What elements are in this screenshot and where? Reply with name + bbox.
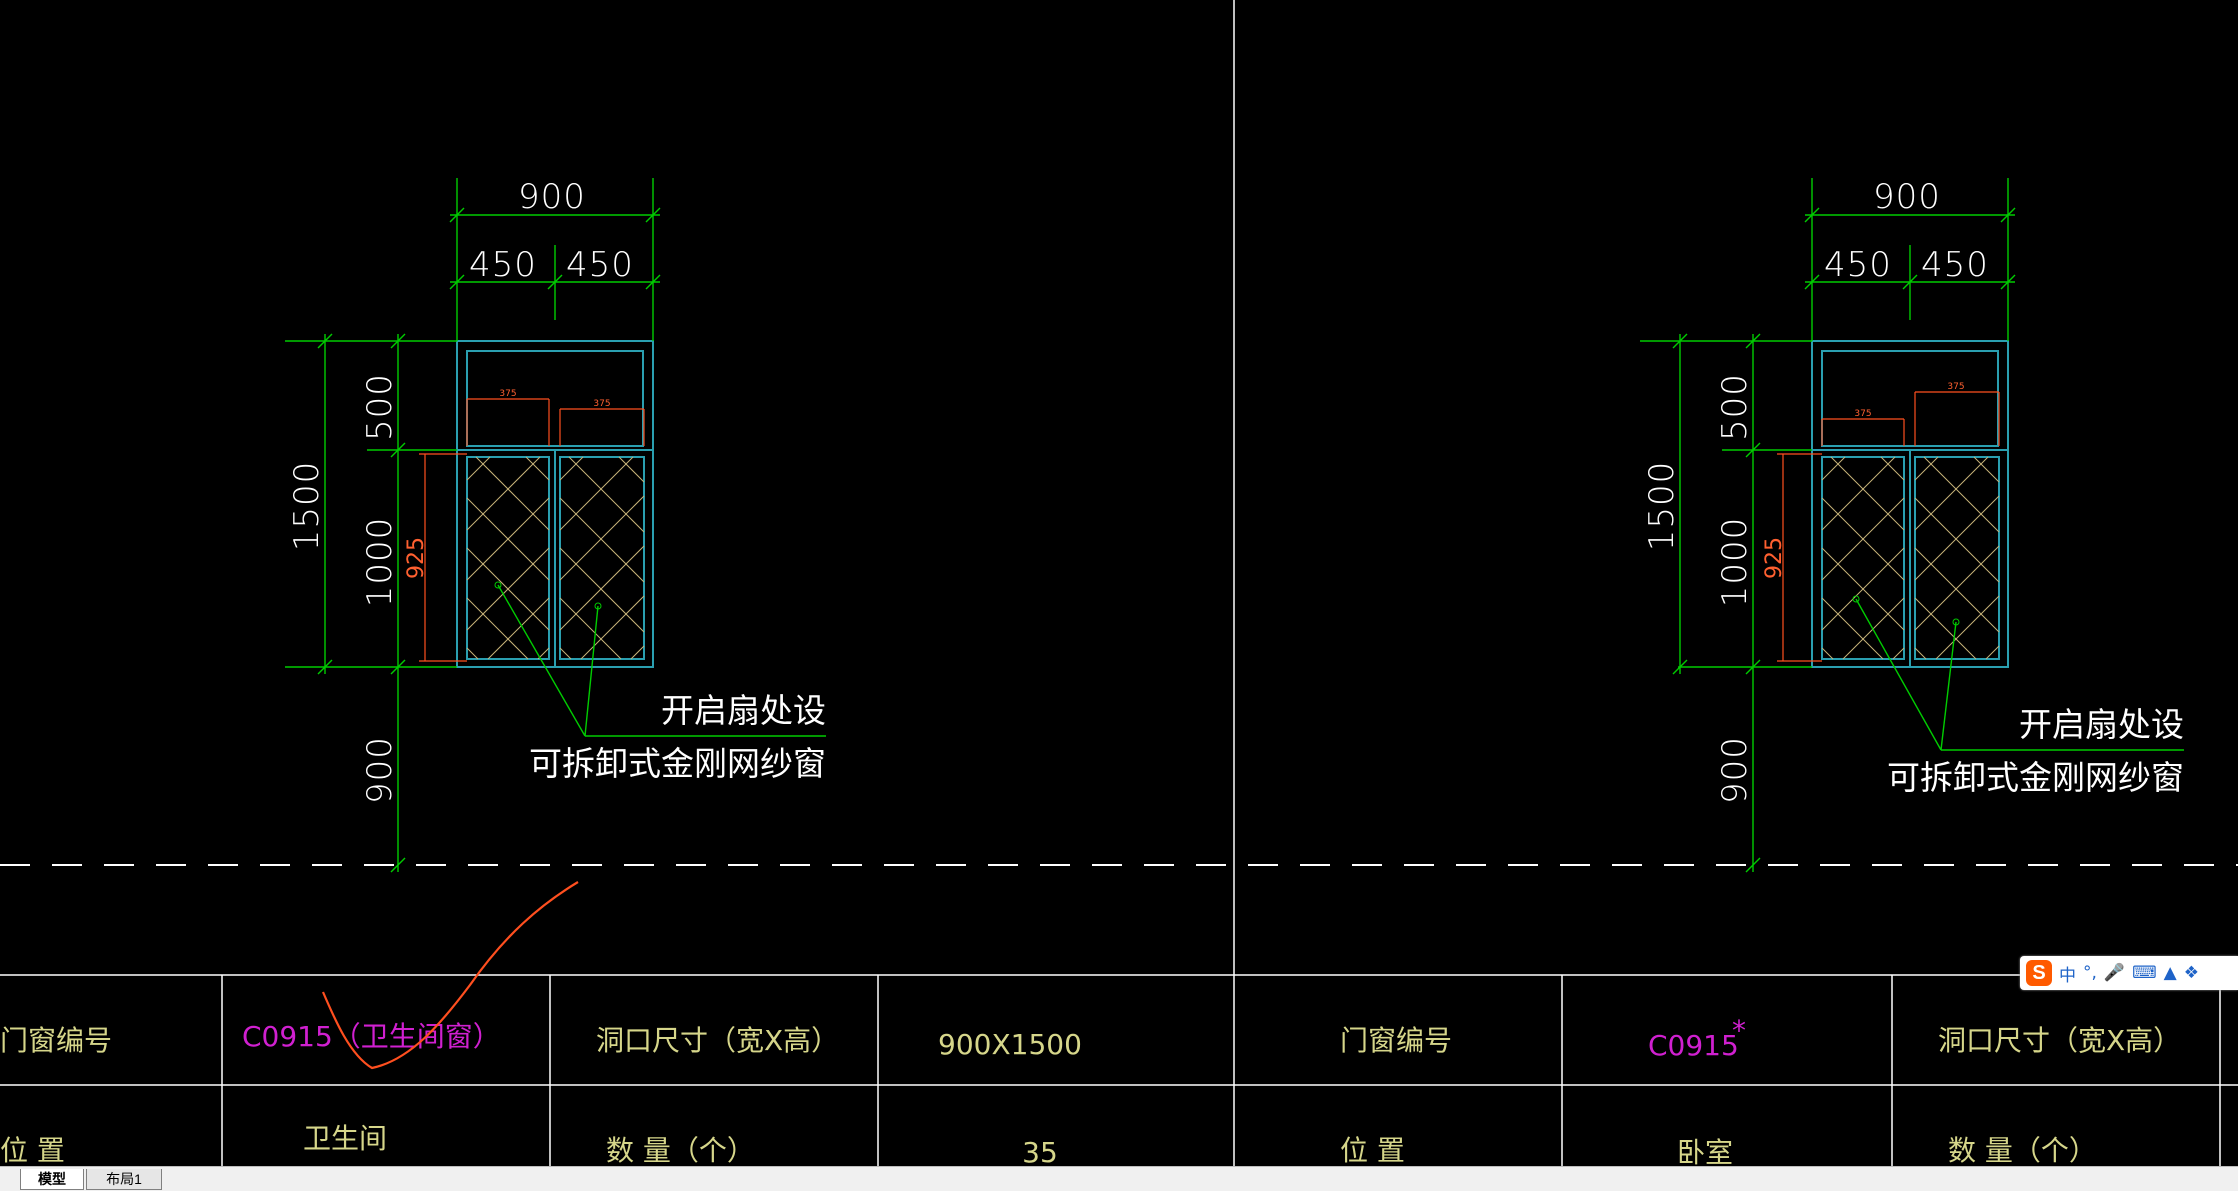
code-asterisk: * (1732, 1014, 1746, 1047)
label-opening-size-right: 洞口尺寸（宽X高） (1938, 1024, 2181, 1057)
grid-icon[interactable]: ❖ (2184, 963, 2199, 983)
sash-height-label: 925 (1762, 537, 1787, 579)
value-quantity: 35 (1022, 1136, 1058, 1166)
dim-sill: 900 (360, 736, 400, 804)
sash-width-label-a: 375 (1854, 409, 1871, 419)
value-opening-size: 900X1500 (938, 1028, 1082, 1061)
label-window-code: 门窗编号 (0, 1024, 112, 1057)
note-line-2: 可拆卸式金刚网纱窗 (529, 744, 826, 783)
dim-lower-panel: 1000 (360, 517, 400, 608)
ime-punct-toggle[interactable]: °, (2083, 963, 2097, 983)
layout-tab-bar: 模型 布局1 (0, 1166, 2238, 1191)
dim-sill: 900 (1715, 736, 1755, 804)
ime-lang-toggle[interactable]: 中 (2059, 961, 2076, 986)
value-location-right: 卧室 (1677, 1136, 1733, 1166)
note-line-1: 开启扇处设 (661, 691, 826, 730)
sash-height-label: 925 (404, 537, 429, 579)
window-elevation-right[interactable]: 375 375 925 900 450 450 1500 500 1000 90… (1640, 177, 2184, 873)
shirt-icon[interactable]: ▲ (2164, 963, 2177, 983)
sash-width-label-b: 375 (1947, 382, 1964, 392)
tab-layout1[interactable]: 布局1 (86, 1169, 162, 1190)
label-quantity: 数 量（个） (606, 1134, 755, 1166)
dim-total-width: 900 (1873, 177, 1941, 217)
note-line-1: 开启扇处设 (2019, 705, 2184, 744)
dim-half-width-a: 450 (469, 245, 537, 285)
tab-model[interactable]: 模型 (20, 1169, 84, 1190)
keyboard-icon[interactable]: ⌨ (2132, 963, 2157, 983)
note-line-2: 可拆卸式金刚网纱窗 (1887, 758, 2184, 797)
value-window-code-right: C0915 (1648, 1029, 1739, 1062)
ime-toolbar[interactable]: S 中 °, 🎤 ⌨ ▲ ❖ (2020, 956, 2238, 990)
dim-half-width-a: 450 (1824, 245, 1892, 285)
sash-width-label-a: 375 (499, 389, 516, 399)
sogou-logo-icon[interactable]: S (2026, 960, 2052, 986)
dim-half-width-b: 450 (566, 245, 634, 285)
dim-total-width: 900 (518, 177, 586, 217)
dim-total-height: 1500 (1642, 461, 1682, 552)
value-location: 卫生间 (303, 1122, 387, 1155)
label-opening-size: 洞口尺寸（宽X高） (596, 1024, 839, 1057)
dim-top-panel: 500 (360, 373, 400, 441)
value-window-code: C0915（卫生间窗） (242, 1020, 501, 1053)
dim-half-width-b: 450 (1921, 245, 1989, 285)
cad-model-space[interactable]: 375 375 925 900 450 450 1500 500 1000 90… (0, 0, 2238, 1169)
label-location: 位 置 (0, 1134, 65, 1166)
dim-lower-panel: 1000 (1715, 517, 1755, 608)
dim-total-height: 1500 (287, 461, 327, 552)
dim-top-panel: 500 (1715, 373, 1755, 441)
sash-width-label-b: 375 (593, 399, 610, 409)
label-quantity-right: 数 量（个） (1948, 1134, 2097, 1166)
label-location-right: 位 置 (1340, 1134, 1405, 1166)
mic-icon[interactable]: 🎤 (2104, 963, 2125, 983)
window-elevation-left[interactable]: 375 375 925 900 450 450 1500 500 1000 90… (285, 177, 826, 873)
label-window-code-right: 门窗编号 (1340, 1024, 1452, 1057)
